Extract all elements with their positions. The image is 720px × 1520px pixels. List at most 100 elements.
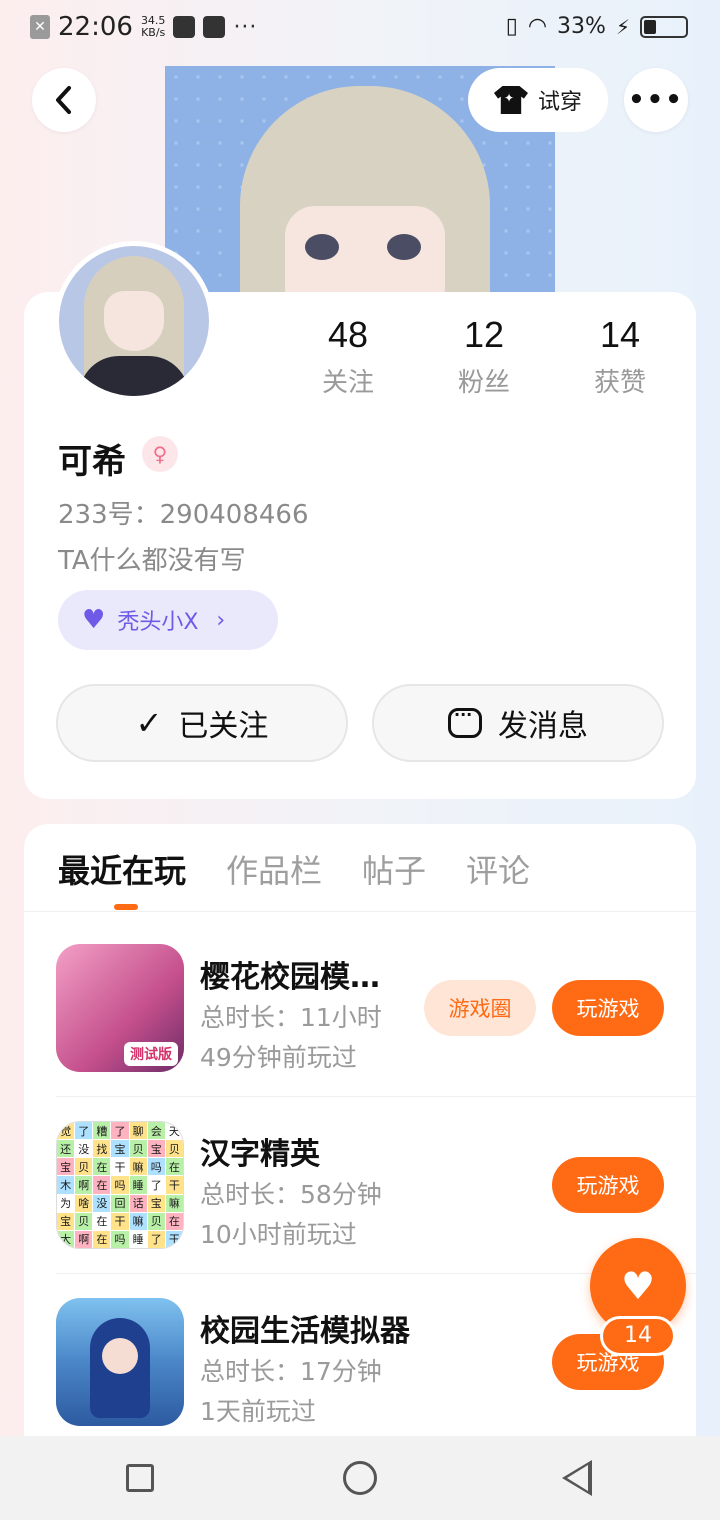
hanzi-cell: 宝 bbox=[111, 1140, 129, 1158]
like-count-badge: 14 bbox=[600, 1316, 676, 1356]
divider bbox=[24, 911, 696, 912]
chevron-right-icon: › bbox=[216, 607, 226, 633]
hanzi-cell: 没 bbox=[75, 1140, 93, 1158]
system-nav-bar bbox=[0, 1436, 720, 1520]
hanzi-cell: 嘛 bbox=[165, 1194, 183, 1212]
stat-following[interactable]: 48 关注 bbox=[293, 314, 403, 399]
game-icon-hanzi[interactable]: 觉了糟了聊会天还没找宝贝宝贝宝贝在干嘛吗在木啊在吗睡了干为啥没回话宝嘛宝贝在干嘛… bbox=[56, 1121, 184, 1249]
back-button[interactable] bbox=[32, 68, 96, 132]
hanzi-cell: 干 bbox=[111, 1212, 129, 1230]
game-icon-school-life[interactable] bbox=[56, 1298, 184, 1426]
try-on-button[interactable]: 试穿 bbox=[468, 68, 608, 132]
game-title: 校园生活模拟器 bbox=[200, 1314, 410, 1349]
hanzi-cell: 了 bbox=[111, 1122, 129, 1140]
game-title: 汉字精英 bbox=[200, 1137, 320, 1172]
nickname: 可希 bbox=[58, 442, 126, 482]
hanzi-cell: 会 bbox=[147, 1122, 165, 1140]
storage-icon bbox=[203, 16, 226, 38]
hanzi-cell: 啊 bbox=[75, 1176, 93, 1194]
hanzi-cell: 了 bbox=[147, 1230, 165, 1248]
game-icon-tag: 测试版 bbox=[124, 1042, 178, 1066]
hanzi-cell: 干 bbox=[165, 1176, 183, 1194]
hanzi-cell: 回 bbox=[111, 1194, 129, 1212]
hanzi-cell: 话 bbox=[129, 1194, 147, 1212]
hanzi-cell: 贝 bbox=[165, 1140, 183, 1158]
status-left: ✕ 22:06 34.5 KB/s ··· bbox=[30, 12, 257, 42]
stat-fans[interactable]: 12 粉丝 bbox=[429, 314, 539, 399]
tab-indicator bbox=[114, 904, 138, 910]
hanzi-cell: 贝 bbox=[75, 1158, 93, 1176]
mail-icon bbox=[173, 16, 196, 38]
likes-label: 获赞 bbox=[593, 368, 646, 398]
message-button[interactable]: 发消息 bbox=[372, 684, 664, 762]
hanzi-cell: 睡 bbox=[129, 1230, 147, 1248]
hanzi-cell: 吗 bbox=[111, 1230, 129, 1248]
game-last-played: 10小时前玩过 bbox=[200, 1220, 357, 1249]
status-right: ▯ ◠ 33% ⚡ bbox=[506, 14, 688, 39]
hanzi-cell: 宝 bbox=[57, 1212, 75, 1230]
wifi-icon: ◠ bbox=[527, 14, 548, 39]
hanzi-cell: 啊 bbox=[75, 1230, 93, 1248]
badge-chip[interactable]: ♥ 秃头小X › bbox=[58, 590, 278, 650]
hanzi-cell: 在 bbox=[165, 1158, 183, 1176]
fans-count: 12 bbox=[463, 314, 505, 355]
hanzi-cell: 宝 bbox=[57, 1158, 75, 1176]
hanzi-cell: 嘛 bbox=[129, 1212, 147, 1230]
stat-likes[interactable]: 14 获赞 bbox=[565, 314, 675, 399]
hanzi-cell: 贝 bbox=[129, 1140, 147, 1158]
hanzi-cell: 宝 bbox=[147, 1140, 165, 1158]
hanzi-cell: 干 bbox=[111, 1158, 129, 1176]
hanzi-cell: 啥 bbox=[75, 1194, 93, 1212]
hanzi-cell: 了 bbox=[75, 1122, 93, 1140]
likes-count: 14 bbox=[599, 314, 641, 355]
hanzi-cell: 在 bbox=[93, 1176, 111, 1194]
tab-recently-played[interactable]: 最近在玩 bbox=[58, 846, 186, 892]
followed-label: 已关注 bbox=[178, 709, 269, 744]
battery-icon bbox=[640, 15, 688, 38]
hanzi-cell: 睡 bbox=[129, 1176, 147, 1194]
speed-unit: KB/s bbox=[141, 26, 166, 39]
hanzi-cell: 在 bbox=[93, 1230, 111, 1248]
recent-apps-icon[interactable] bbox=[126, 1464, 154, 1492]
hanzi-cell: 为 bbox=[57, 1194, 75, 1212]
hanzi-cell: 嘛 bbox=[129, 1158, 147, 1176]
tab-works[interactable]: 作品栏 bbox=[226, 846, 322, 892]
user-id: 233号：290408466 bbox=[58, 500, 309, 530]
more-notifications-icon: ··· bbox=[233, 14, 258, 40]
game-icon-sakura[interactable]: 测试版 bbox=[56, 944, 184, 1072]
hanzi-cell: 贝 bbox=[75, 1212, 93, 1230]
game-last-played: 1天前玩过 bbox=[200, 1397, 316, 1426]
hanzi-cell: 干 bbox=[165, 1230, 183, 1248]
followed-button[interactable]: ✓ 已关注 bbox=[56, 684, 348, 762]
avatar[interactable] bbox=[54, 241, 214, 401]
hanzi-cell: 在 bbox=[93, 1212, 111, 1230]
heart-icon: ♥ bbox=[620, 1264, 656, 1308]
status-time: 22:06 bbox=[58, 12, 133, 42]
tab-bar: 最近在玩 作品栏 帖子 评论 bbox=[58, 846, 530, 892]
shirt-icon bbox=[493, 86, 528, 114]
status-bar: ✕ 22:06 34.5 KB/s ··· ▯ ◠ 33% ⚡ bbox=[0, 0, 720, 56]
hanzi-cell: 还 bbox=[57, 1140, 75, 1158]
following-label: 关注 bbox=[321, 368, 374, 398]
play-game-button[interactable]: 玩游戏 bbox=[552, 980, 664, 1036]
home-icon[interactable] bbox=[343, 1461, 377, 1495]
game-row[interactable]: 测试版 樱花校园模… 总时长：11小时 49分钟前玩过 游戏圈 玩游戏 bbox=[24, 920, 696, 1096]
game-circle-button[interactable]: 游戏圈 bbox=[424, 980, 536, 1036]
user-bio: TA什么都没有写 bbox=[58, 546, 246, 576]
more-button[interactable]: ••• bbox=[624, 68, 688, 132]
hanzi-cell: 在 bbox=[93, 1158, 111, 1176]
hanzi-cell: 吗 bbox=[111, 1176, 129, 1194]
tab-comments[interactable]: 评论 bbox=[466, 846, 530, 892]
hanzi-cell: 了 bbox=[147, 1176, 165, 1194]
hanzi-cell: 贝 bbox=[147, 1212, 165, 1230]
play-game-button[interactable]: 玩游戏 bbox=[552, 1157, 664, 1213]
hanzi-cell: 天 bbox=[165, 1122, 183, 1140]
hanzi-cell: 宝 bbox=[147, 1194, 165, 1212]
game-row[interactable]: 觉了糟了聊会天还没找宝贝宝贝宝贝在干嘛吗在木啊在吗睡了干为啥没回话宝嘛宝贝在干嘛… bbox=[24, 1097, 696, 1273]
back-triangle-icon[interactable] bbox=[562, 1460, 592, 1496]
game-duration: 总时长：11小时 bbox=[200, 1003, 382, 1032]
hanzi-cell: 糟 bbox=[93, 1122, 111, 1140]
heart-icon: ♥ bbox=[82, 605, 106, 635]
game-duration: 总时长：17分钟 bbox=[200, 1357, 382, 1386]
tab-posts[interactable]: 帖子 bbox=[362, 846, 426, 892]
